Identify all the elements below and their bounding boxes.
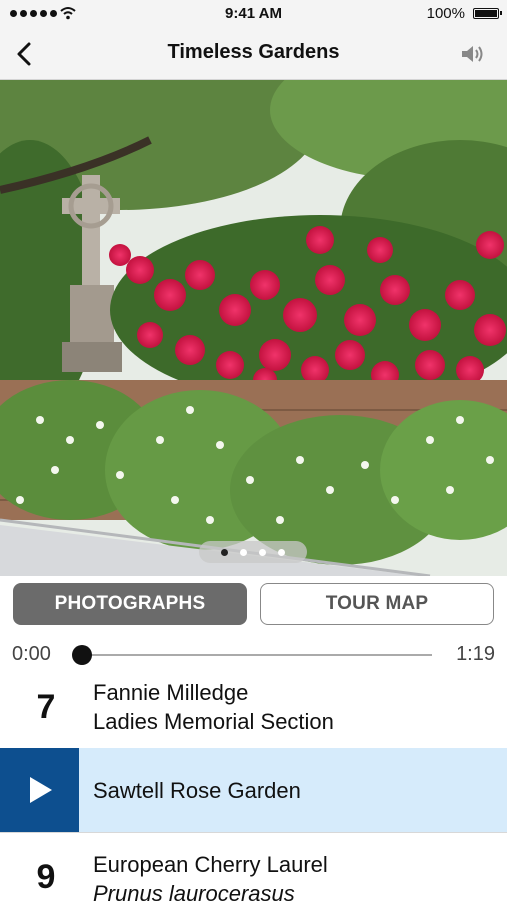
- page-dot[interactable]: [240, 548, 247, 556]
- stop-title: European Cherry Laurel Prunus lauroceras…: [93, 850, 328, 908]
- page-dot[interactable]: [259, 548, 266, 556]
- duration-time: 1:19: [456, 643, 495, 665]
- stop-title-line1: Fannie Milledge: [93, 680, 249, 705]
- list-item[interactable]: 7 Fannie Milledge Ladies Memorial Sectio…: [0, 672, 507, 748]
- stop-title-line2: Ladies Memorial Section: [93, 709, 334, 734]
- stop-title: Sawtell Rose Garden: [93, 778, 301, 803]
- battery-percentage: 100%: [426, 5, 465, 22]
- play-icon: [30, 777, 52, 803]
- list-item[interactable]: 9 European Cherry Laurel Prunus laurocer…: [0, 832, 507, 906]
- photographs-tab[interactable]: PHOTOGRAPHS: [13, 583, 247, 625]
- carousel-page-indicator[interactable]: [199, 541, 307, 563]
- play-button[interactable]: [0, 748, 79, 832]
- status-bar: 9:41 AM 100%: [0, 0, 507, 28]
- stop-number: 9: [36, 858, 56, 896]
- audio-scrubber-thumb[interactable]: [72, 645, 92, 665]
- page-title: Timeless Gardens: [167, 41, 340, 63]
- garden-photo-illustration: [0, 80, 507, 576]
- stop-title-line1: European Cherry Laurel: [93, 852, 328, 877]
- page-dot[interactable]: [278, 548, 285, 556]
- page-dot[interactable]: [221, 548, 228, 556]
- battery-icon: [473, 8, 502, 19]
- elapsed-time: 0:00: [12, 643, 51, 665]
- navigation-bar: Timeless Gardens: [0, 28, 507, 80]
- garden-photo[interactable]: [0, 80, 507, 576]
- tour-map-tab[interactable]: TOUR MAP: [260, 583, 494, 625]
- stop-scientific-name: Prunus laurocerasus: [93, 881, 295, 906]
- stop-number: 7: [36, 688, 56, 726]
- stop-title: Fannie Milledge Ladies Memorial Section: [93, 678, 334, 736]
- speaker-icon[interactable]: [459, 43, 485, 65]
- audio-progress-track[interactable]: [82, 654, 432, 656]
- list-item-playing[interactable]: Sawtell Rose Garden: [0, 748, 507, 832]
